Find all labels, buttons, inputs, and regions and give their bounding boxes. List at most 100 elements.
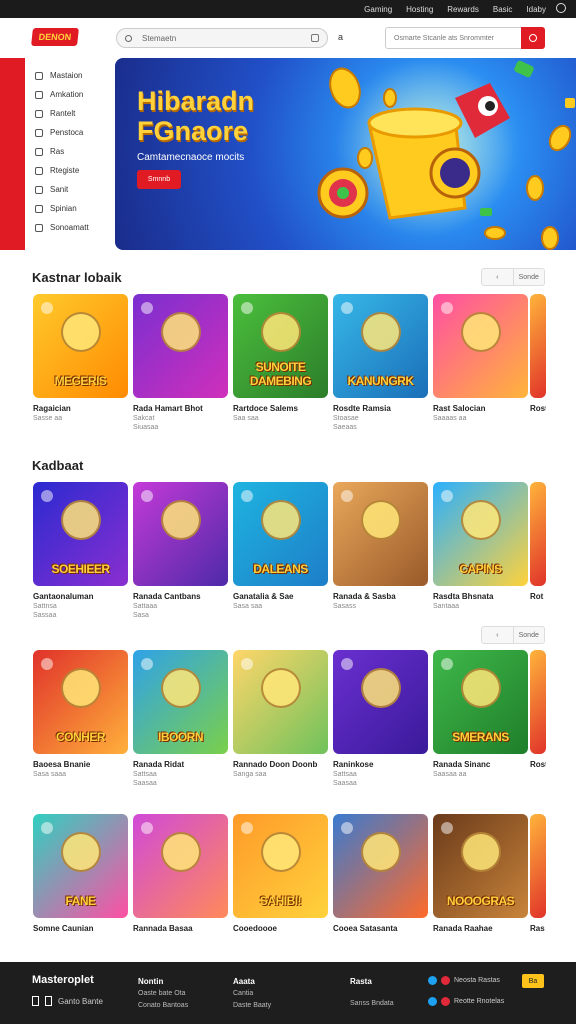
game-thumbnail[interactable]: DALEANS (233, 482, 328, 586)
game-thumbnail[interactable] (333, 650, 428, 754)
game-title[interactable]: Ranada Cantbans (133, 592, 228, 601)
game-title[interactable]: Rasdta Bhsnata (433, 592, 528, 601)
game-thumbnail[interactable] (133, 814, 228, 918)
search-button[interactable] (521, 27, 545, 49)
game-title[interactable]: Ganatalia & Sae (233, 592, 328, 601)
game-title[interactable]: Rost (530, 760, 546, 769)
game-card[interactable]: CAPINS Rasdta Bhsnata Santaaa (433, 482, 528, 610)
game-title[interactable]: Raninkose (333, 760, 428, 769)
game-title[interactable]: Rada Hamart Bhot (133, 404, 228, 413)
social-link[interactable]: Neosta Rastas (428, 976, 504, 985)
sidebar-item[interactable]: Ras (25, 142, 113, 161)
game-thumbnail[interactable]: FANE (33, 814, 128, 918)
pager-prev-button[interactable]: ‹ (482, 269, 514, 285)
footer-button[interactable]: Ba (522, 974, 544, 988)
topbar-link-4[interactable]: Idaby (526, 5, 546, 14)
game-card[interactable]: Cooea Satasanta (333, 814, 428, 933)
game-card-partial[interactable]: Ras (530, 814, 546, 933)
game-thumbnail[interactable]: IBOORN (133, 650, 228, 754)
sidebar-item[interactable]: Mastaion (25, 66, 113, 85)
site-logo[interactable]: DENON (31, 28, 79, 46)
game-title[interactable]: Rannado Doon Doonb (233, 760, 328, 769)
game-card[interactable]: Raninkose Sattsaa Saasaa (333, 650, 428, 787)
game-card[interactable]: DALEANS Ganatalia & Sae Sasa saa (233, 482, 328, 610)
game-title[interactable]: Ranada Sinanc (433, 760, 528, 769)
topbar-link-2[interactable]: Rewards (447, 5, 479, 14)
game-title[interactable]: Cooedoooe (233, 924, 328, 933)
game-card[interactable]: Rannada Basaa (133, 814, 228, 933)
sidebar-item[interactable]: Rtegiste (25, 161, 113, 180)
game-title[interactable]: Rannada Basaa (133, 924, 228, 933)
game-card[interactable]: Ranada Cantbans Sattaaa Sasa (133, 482, 228, 619)
game-card-partial[interactable]: Rost (530, 650, 546, 769)
game-title[interactable]: Rost (530, 404, 546, 413)
game-title[interactable]: Ragaician (33, 404, 128, 413)
game-card[interactable]: Ranada & Sasba Sasass (333, 482, 428, 610)
footer-link[interactable]: Cantia (233, 988, 271, 1000)
game-thumbnail[interactable] (333, 814, 428, 918)
game-thumbnail[interactable]: SAHIBI! (233, 814, 328, 918)
footer-link[interactable]: Oaste bate Ota (138, 988, 188, 1000)
game-thumbnail[interactable]: CONHER (33, 650, 128, 754)
secondary-search-input[interactable]: Osmarte Stcanle ats Snrommter (385, 27, 545, 49)
game-card[interactable]: SOEHIEER Gantaonaluman Sattnsa Sassaa (33, 482, 128, 619)
game-thumbnail[interactable] (530, 294, 546, 398)
hero-banner[interactable]: Hibaradn FGnaore Camtamecnaoce mocits Sm… (115, 58, 576, 250)
sidebar-item[interactable]: Sonoamatt (25, 218, 113, 237)
sidebar-item[interactable]: Spinian (25, 199, 113, 218)
game-card[interactable]: Rast Salocian Saaaas aa (433, 294, 528, 422)
game-card-partial[interactable]: Rost (530, 294, 546, 413)
game-thumbnail[interactable] (133, 294, 228, 398)
game-thumbnail[interactable]: KANUNGRK (333, 294, 428, 398)
footer-link[interactable]: Sanss Bndata (350, 998, 394, 1010)
game-title[interactable]: Ras (530, 924, 546, 933)
sidebar-item[interactable]: Amkation (25, 85, 113, 104)
game-card[interactable]: SAHIBI! Cooedoooe (233, 814, 328, 933)
game-card-partial[interactable]: Rot (530, 482, 546, 601)
game-card[interactable]: SUNOITE DAMEBING Rartdoce Salems Saa saa (233, 294, 328, 422)
game-thumbnail[interactable] (530, 482, 546, 586)
game-title[interactable]: Ranada Raahae (433, 924, 528, 933)
game-thumbnail[interactable] (530, 814, 546, 918)
game-thumbnail[interactable]: NOOOGRAS (433, 814, 528, 918)
pager-next-button[interactable]: Sonde (514, 627, 545, 643)
game-title[interactable]: Gantaonaluman (33, 592, 128, 601)
game-title[interactable]: Rast Salocian (433, 404, 528, 413)
game-title[interactable]: Cooea Satasanta (333, 924, 428, 933)
game-card[interactable]: MEGERIS Ragaician Sasse aa (33, 294, 128, 422)
game-card[interactable]: SMERANS Ranada Sinanc Saasaa aa (433, 650, 528, 778)
topbar-link-3[interactable]: Basic (493, 5, 513, 14)
game-thumbnail[interactable]: SMERANS (433, 650, 528, 754)
game-thumbnail[interactable]: MEGERIS (33, 294, 128, 398)
sidebar-item[interactable]: Sanit (25, 180, 113, 199)
game-card[interactable]: Rannado Doon Doonb Sanga saa (233, 650, 328, 778)
game-thumbnail[interactable] (133, 482, 228, 586)
game-thumbnail[interactable]: SUNOITE DAMEBING (233, 294, 328, 398)
game-thumbnail[interactable] (333, 482, 428, 586)
sidebar-item[interactable]: Rantelt (25, 104, 113, 123)
footer-link[interactable]: Daste Baaty (233, 1000, 271, 1012)
game-thumbnail[interactable] (233, 650, 328, 754)
game-card[interactable]: NOOOGRAS Ranada Raahae (433, 814, 528, 933)
game-card[interactable]: KANUNGRK Rosdte Ramsia Stoasae Saeaas (333, 294, 428, 431)
game-title[interactable]: Rartdoce Salems (233, 404, 328, 413)
game-card[interactable]: CONHER Baoesa Bnanie Sasa saaa (33, 650, 128, 778)
game-title[interactable]: Rot (530, 592, 546, 601)
settings-icon[interactable] (556, 3, 566, 13)
game-title[interactable]: Ranada & Sasba (333, 592, 428, 601)
game-thumbnail[interactable]: SOEHIEER (33, 482, 128, 586)
game-title[interactable]: Ranada Ridat (133, 760, 228, 769)
pager-next-button[interactable]: Sonde (514, 269, 545, 285)
game-title[interactable]: Somne Caunian (33, 924, 128, 933)
topbar-link-0[interactable]: Gaming (364, 5, 392, 14)
topbar-link-1[interactable]: Hosting (406, 5, 433, 14)
footer-link[interactable]: Conato Bantoas (138, 1000, 188, 1012)
game-title[interactable]: Rosdte Ramsia (333, 404, 428, 413)
game-thumbnail[interactable]: CAPINS (433, 482, 528, 586)
game-card[interactable]: FANE Somne Caunian (33, 814, 128, 933)
sidebar-item[interactable]: Penstoca (25, 123, 113, 142)
game-thumbnail[interactable] (530, 650, 546, 754)
social-link[interactable]: Reotte Rnotelas (428, 997, 504, 1006)
game-title[interactable]: Baoesa Bnanie (33, 760, 128, 769)
game-thumbnail[interactable] (433, 294, 528, 398)
